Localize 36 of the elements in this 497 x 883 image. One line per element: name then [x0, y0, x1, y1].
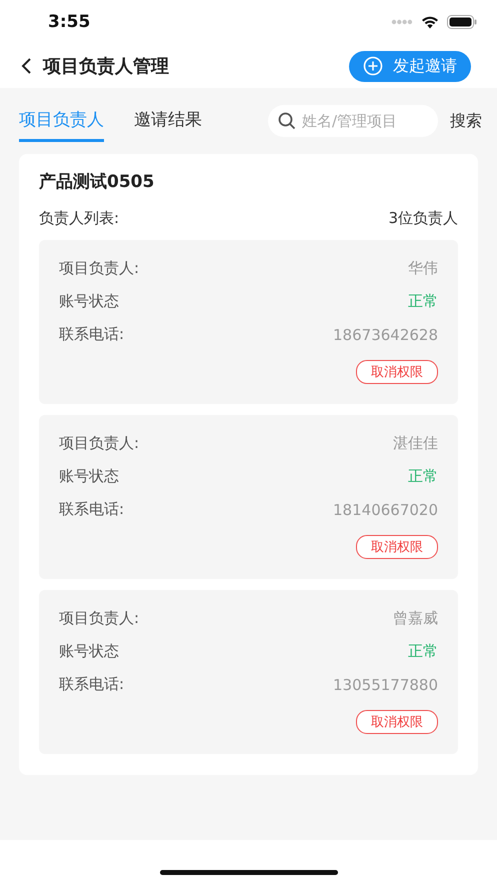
status-time: 3:55 — [48, 12, 90, 32]
revoke-button[interactable]: 取消权限 — [356, 535, 438, 559]
account-status: 正常 — [408, 642, 438, 661]
signal-icon — [391, 18, 413, 26]
account-status: 正常 — [408, 292, 438, 311]
list-label: 负责人列表: — [39, 209, 120, 228]
field-label: 项目负责人: — [59, 434, 140, 453]
field-label: 账号状态 — [59, 292, 119, 311]
plus-circle-icon — [363, 56, 383, 76]
tab[interactable]: 项目负责人 — [19, 100, 104, 142]
wifi-icon — [421, 16, 439, 28]
account-status: 正常 — [408, 467, 438, 486]
field-label: 项目负责人: — [59, 259, 140, 278]
invite-button[interactable]: 发起邀请 — [349, 50, 471, 82]
page-title: 项目负责人管理 — [43, 55, 170, 78]
battery-icon — [447, 15, 477, 29]
field-label: 项目负责人: — [59, 609, 140, 628]
manager-name: 华伟 — [408, 259, 438, 278]
phone-number: 18673642628 — [333, 326, 438, 344]
phone-number: 18140667020 — [333, 500, 438, 518]
field-label: 联系电话: — [59, 500, 124, 519]
search-button[interactable]: 搜索 — [450, 110, 482, 132]
project-name: 产品测试0505 — [39, 171, 156, 193]
revoke-button[interactable]: 取消权限 — [356, 710, 438, 734]
manager-count: 3位负责人 — [388, 209, 458, 228]
field-label: 联系电话: — [59, 675, 124, 694]
field-label: 联系电话: — [59, 325, 124, 344]
phone-number: 13055177880 — [333, 676, 438, 694]
revoke-button[interactable]: 取消权限 — [356, 360, 438, 384]
field-label: 账号状态 — [59, 642, 119, 661]
tab[interactable]: 邀请结果 — [134, 100, 202, 142]
manager-name: 湛佳佳 — [393, 434, 438, 453]
back-icon[interactable] — [20, 57, 32, 75]
manager-name: 曾嘉威 — [393, 609, 438, 628]
field-label: 账号状态 — [59, 467, 119, 486]
search-field[interactable]: 姓名/管理项目 — [268, 105, 438, 137]
